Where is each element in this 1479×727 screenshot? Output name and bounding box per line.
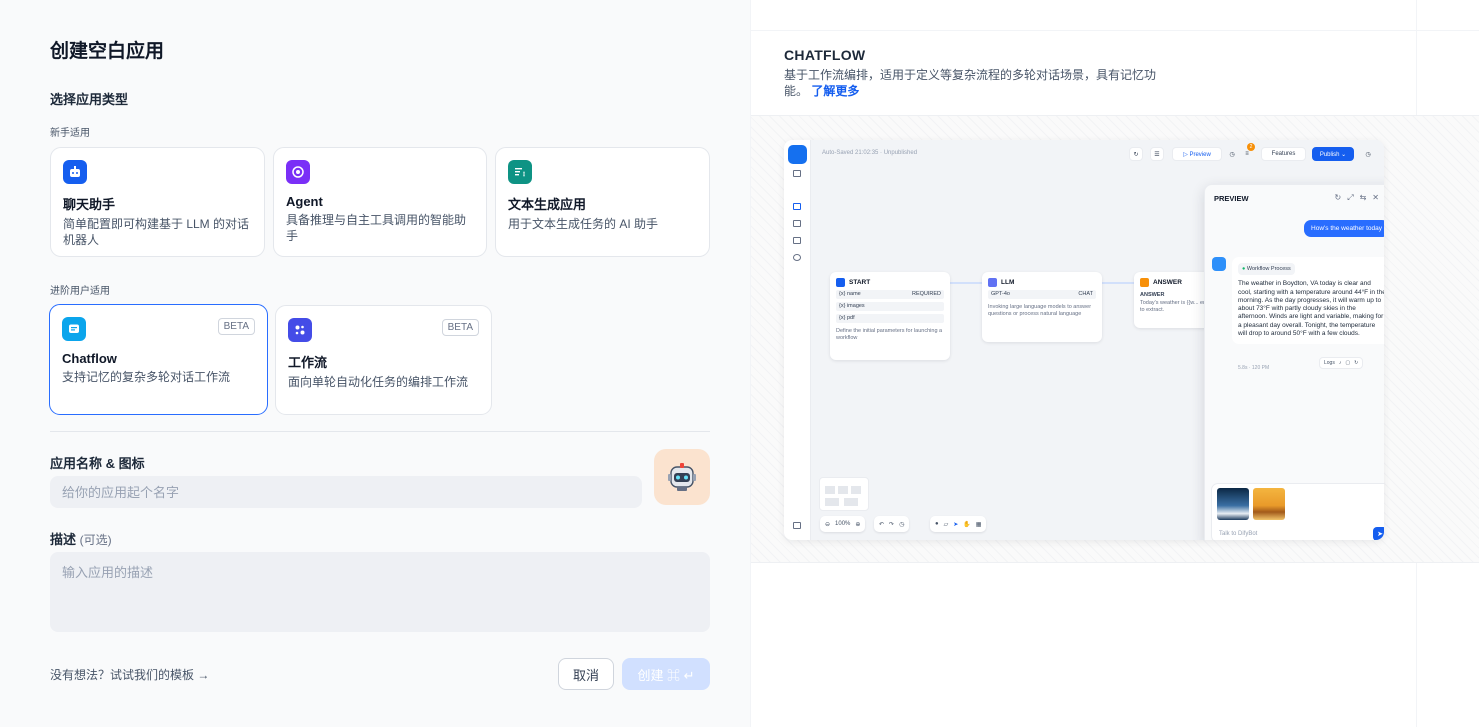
beginner-group-label: 新手适用 [50, 128, 90, 139]
attached-image-mountain [1217, 488, 1249, 520]
node-title: ANSWER [1153, 279, 1182, 286]
chat-preview-title: PREVIEW [1214, 194, 1249, 203]
dialog-title: 创建空白应用 [50, 41, 165, 62]
mock-tools-toolbar: ● ▱ ➤ ✋ ▦ [930, 516, 987, 532]
cancel-button[interactable]: 取消 [558, 658, 614, 690]
preview-illustration-area: Auto-Saved 21:02:35 · Unpublished ↻ ☰ ▷ … [751, 115, 1479, 563]
var-images: {x} images [839, 303, 865, 309]
node-title: START [849, 279, 871, 286]
app-type-workflow-card[interactable]: BETA 工作流 面向单轮自动化任务的编排工作流 [275, 305, 492, 415]
bot-message-text: The weather in Boydton, VA today is clea… [1238, 280, 1384, 338]
bot-message: ● Workflow Process The weather in Boydto… [1232, 257, 1384, 345]
beta-badge: BETA [217, 318, 255, 335]
mock-minimap [819, 477, 869, 511]
text-generation-icon [508, 160, 532, 184]
mock-undo-toolbar: ↶ ↷ ◷ [874, 516, 910, 532]
preview-type-title: CHATFLOW [784, 47, 866, 63]
description-label-text: 描述 [50, 532, 77, 547]
logs-action: Logs [1324, 360, 1335, 366]
attached-image-desert [1253, 488, 1285, 520]
message-actions: Logs ♪ ▢ ↻ [1319, 357, 1364, 369]
chat-input-box: Talk to DifyBot ➤ [1211, 483, 1384, 540]
card-name: 聊天助手 [63, 197, 116, 212]
card-desc: 面向单轮自动化任务的编排工作流 [288, 375, 469, 389]
mock-llm-node: LLM GPT-4o CHAT Invoking large language m… [982, 272, 1102, 342]
var-required: REQUIRED [911, 291, 941, 297]
chat-header-icons: ↻⤢⇆✕ [1334, 193, 1384, 202]
node-desc: Define the initial parameters for launch… [836, 328, 943, 341]
divider [50, 431, 710, 432]
try-template-link[interactable]: 没有想法？试试我们的模板 → [50, 666, 209, 683]
app-type-agent-card[interactable]: Agent 具备推理与自主工具调用的智能助手 [273, 147, 487, 257]
mock-start-node: START {x} name REQUIRED {x} images {x} pd… [830, 272, 950, 360]
card-desc: 支持记忆的复杂多轮对话工作流 [62, 370, 231, 384]
zoom-level: 100% [835, 521, 851, 527]
beta-badge: BETA [441, 319, 479, 336]
advanced-group-label: 进阶用户适用 [50, 286, 110, 297]
preview-type-desc: 基于工作流编排，适用于定义等复杂流程的多轮对话场景，具有记忆功能。 了解更多 [784, 67, 1174, 99]
node-title: LLM [1001, 279, 1015, 286]
card-desc: 具备推理与自主工具调用的智能助手 [286, 213, 467, 243]
create-app-panel: 创建空白应用 选择应用类型 新手适用 聊天助手 简单配置即可构建基于 LLM 的… [0, 0, 750, 727]
app-type-chatflow-card[interactable]: BETA Chatflow 支持记忆的复杂多轮对话工作流 [49, 304, 268, 415]
app-type-chatbot-card[interactable]: 聊天助手 简单配置即可构建基于 LLM 的对话机器人 [50, 147, 265, 257]
message-meta: 5.8s · 120 PM [1238, 365, 1270, 371]
card-name: 文本生成应用 [508, 197, 587, 212]
card-name: Chatflow [62, 351, 117, 366]
user-message: How's the weather today [1304, 220, 1384, 237]
card-name: 工作流 [288, 355, 328, 370]
chatflow-icon [62, 317, 86, 341]
model-name: GPT-4o [991, 291, 1010, 297]
workflow-process-tag: Workflow Process [1246, 266, 1291, 272]
var-pdf: {x} pdf [839, 315, 855, 321]
description-textarea[interactable] [50, 552, 710, 632]
app-icon-picker[interactable] [654, 449, 710, 505]
model-mode: CHAT [1078, 291, 1093, 297]
learn-more-link[interactable]: 了解更多 [811, 84, 859, 98]
bot-avatar [1212, 257, 1226, 271]
chatflow-mock-screenshot: Auto-Saved 21:02:35 · Unpublished ↻ ☰ ▷ … [784, 140, 1384, 540]
app-name-input[interactable] [50, 476, 642, 508]
card-name: Agent [286, 194, 323, 209]
mock-chat-preview: PREVIEW ↻⤢⇆✕ How's the weather today ● W… [1204, 184, 1384, 540]
workflow-icon [288, 318, 312, 342]
create-button[interactable]: 创建 ⌘ ↵ [622, 658, 710, 690]
node-desc: Invoking large language models to answer… [988, 304, 1092, 317]
app-type-preview-panel: CHATFLOW 基于工作流编排，适用于定义等复杂流程的多轮对话场景，具有记忆功… [750, 0, 1479, 727]
agent-icon [286, 160, 310, 184]
app-name-label: 应用名称 & 图标 [50, 456, 145, 471]
card-desc: 简单配置即可构建基于 LLM 的对话机器人 [63, 217, 250, 247]
grid-line [751, 30, 1479, 31]
send-icon: ➤ [1373, 527, 1384, 540]
card-desc: 用于文本生成任务的 AI 助手 [508, 217, 659, 231]
robot-icon [668, 463, 696, 491]
var-name: {x} name [839, 291, 861, 297]
chatbot-icon [63, 160, 87, 184]
choose-type-heading: 选择应用类型 [50, 92, 129, 107]
app-type-text-generation-card[interactable]: 文本生成应用 用于文本生成任务的 AI 助手 [495, 147, 710, 257]
optional-hint: (可选) [79, 533, 112, 547]
chat-input-placeholder: Talk to DifyBot [1219, 531, 1258, 537]
description-label: 描述 (可选) [50, 529, 112, 548]
mock-zoom-toolbar: ⊖ 100% ⊕ [820, 516, 866, 532]
